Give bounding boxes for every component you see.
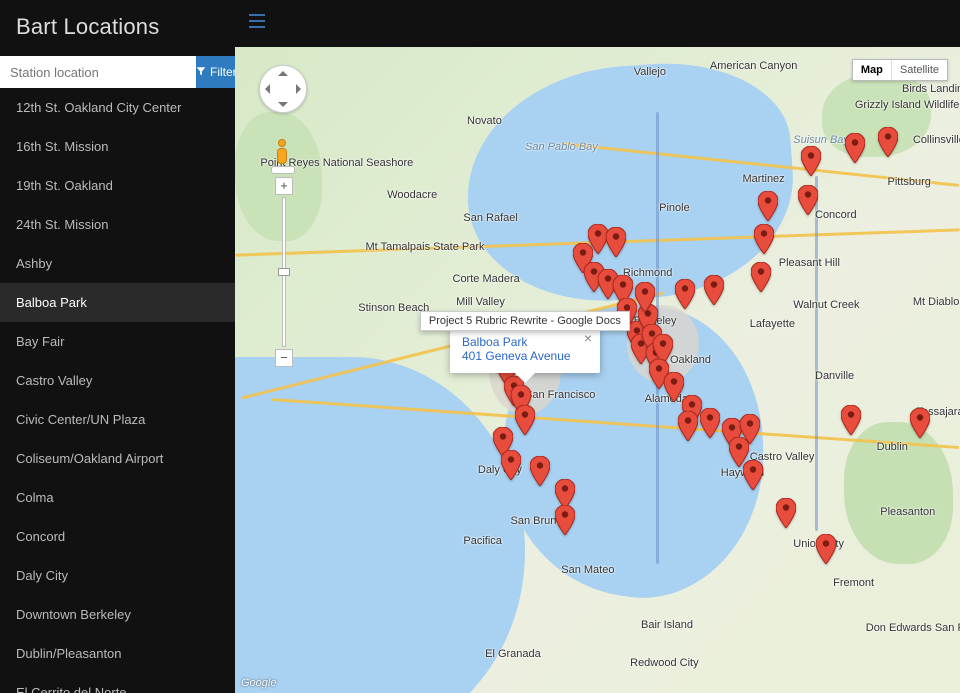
map-marker-icon[interactable] xyxy=(743,460,763,490)
station-list-item[interactable]: Daly City xyxy=(0,556,235,595)
map-marker-icon[interactable] xyxy=(530,456,550,486)
map-type-option[interactable]: Map xyxy=(853,60,892,80)
infowindow-title: Balboa Park xyxy=(462,335,572,349)
station-list-item[interactable]: El Cerrito del Norte xyxy=(0,673,235,693)
map-marker-icon[interactable] xyxy=(635,282,655,312)
app-title: Bart Locations xyxy=(0,0,235,56)
map-marker-icon[interactable] xyxy=(754,224,774,254)
map-marker-icon[interactable] xyxy=(841,405,861,435)
station-list-item[interactable]: Balboa Park xyxy=(0,283,235,322)
map-marker-icon[interactable] xyxy=(678,411,698,441)
station-list-item[interactable]: Bay Fair xyxy=(0,322,235,361)
map-marker-icon[interactable] xyxy=(845,133,865,163)
map-marker-icon[interactable] xyxy=(816,534,836,564)
pan-up-icon[interactable] xyxy=(278,71,288,76)
station-list-item[interactable]: Downtown Berkeley xyxy=(0,595,235,634)
station-list-item[interactable]: 24th St. Mission xyxy=(0,205,235,244)
main-area: San Pablo Bay VallejoAmerican CanyonBird… xyxy=(235,0,960,693)
pan-right-icon[interactable] xyxy=(296,84,301,94)
zoom-handle[interactable] xyxy=(278,268,290,276)
menu-toggle-icon[interactable] xyxy=(249,14,265,33)
station-list-item[interactable]: 19th St. Oakland xyxy=(0,166,235,205)
pan-left-icon[interactable] xyxy=(265,84,270,94)
map-marker-icon[interactable] xyxy=(700,408,720,438)
filter-icon xyxy=(196,65,206,79)
map-marker-icon[interactable] xyxy=(515,405,535,435)
map-marker-icon[interactable] xyxy=(664,372,684,402)
infowindow-address: 401 Geneva Avenue xyxy=(462,349,572,363)
map-attribution: Google xyxy=(241,677,276,689)
map-marker-icon[interactable] xyxy=(675,279,695,309)
map-canvas[interactable]: San Pablo Bay VallejoAmerican CanyonBird… xyxy=(235,47,960,693)
station-list-item[interactable]: 12th St. Oakland City Center xyxy=(0,88,235,127)
map-marker-icon[interactable] xyxy=(704,275,724,305)
zoom-slider: + − xyxy=(275,177,293,367)
filter-button[interactable]: Filter xyxy=(196,56,237,88)
map-infowindow: × Balboa Park 401 Geneva Avenue xyxy=(450,325,600,373)
station-list-item[interactable]: 16th St. Mission xyxy=(0,127,235,166)
pan-down-icon[interactable] xyxy=(278,102,288,107)
sidebar: Bart Locations Filter 12th St. Oakland C… xyxy=(0,0,235,693)
map-marker-icon[interactable] xyxy=(606,227,626,257)
map-marker-icon[interactable] xyxy=(501,450,521,480)
filter-row: Filter xyxy=(0,56,235,88)
topbar xyxy=(235,0,960,47)
map-marker-icon[interactable] xyxy=(776,498,796,528)
station-list-item[interactable]: Coliseum/Oakland Airport xyxy=(0,439,235,478)
map-marker-icon[interactable] xyxy=(910,408,930,438)
infowindow-close-icon[interactable]: × xyxy=(584,331,592,345)
map-type-toggle: MapSatellite xyxy=(852,59,948,81)
map-marker-icon[interactable] xyxy=(798,185,818,215)
map-marker-icon[interactable] xyxy=(751,262,771,292)
station-list[interactable]: 12th St. Oakland City Center16th St. Mis… xyxy=(0,88,235,693)
filter-button-label: Filter xyxy=(210,65,237,79)
map-pan-control[interactable] xyxy=(259,65,307,113)
station-list-item[interactable]: Dublin/Pleasanton xyxy=(0,634,235,673)
station-filter-input[interactable] xyxy=(0,56,196,88)
map-marker-icon[interactable] xyxy=(878,127,898,157)
station-list-item[interactable]: Civic Center/UN Plaza xyxy=(0,400,235,439)
streetview-pegman-icon[interactable] xyxy=(271,139,293,169)
station-list-item[interactable]: Colma xyxy=(0,478,235,517)
zoom-out-button[interactable]: − xyxy=(275,349,293,367)
map-marker-icon[interactable] xyxy=(801,146,821,176)
zoom-track[interactable] xyxy=(282,197,286,347)
station-list-item[interactable]: Ashby xyxy=(0,244,235,283)
zoom-in-button[interactable]: + xyxy=(275,177,293,195)
station-list-item[interactable]: Castro Valley xyxy=(0,361,235,400)
map-marker-icon[interactable] xyxy=(555,505,575,535)
map-type-option[interactable]: Satellite xyxy=(892,60,947,80)
hover-tooltip: Project 5 Rubric Rewrite - Google Docs xyxy=(420,311,630,331)
station-list-item[interactable]: Concord xyxy=(0,517,235,556)
map-marker-icon[interactable] xyxy=(758,191,778,221)
